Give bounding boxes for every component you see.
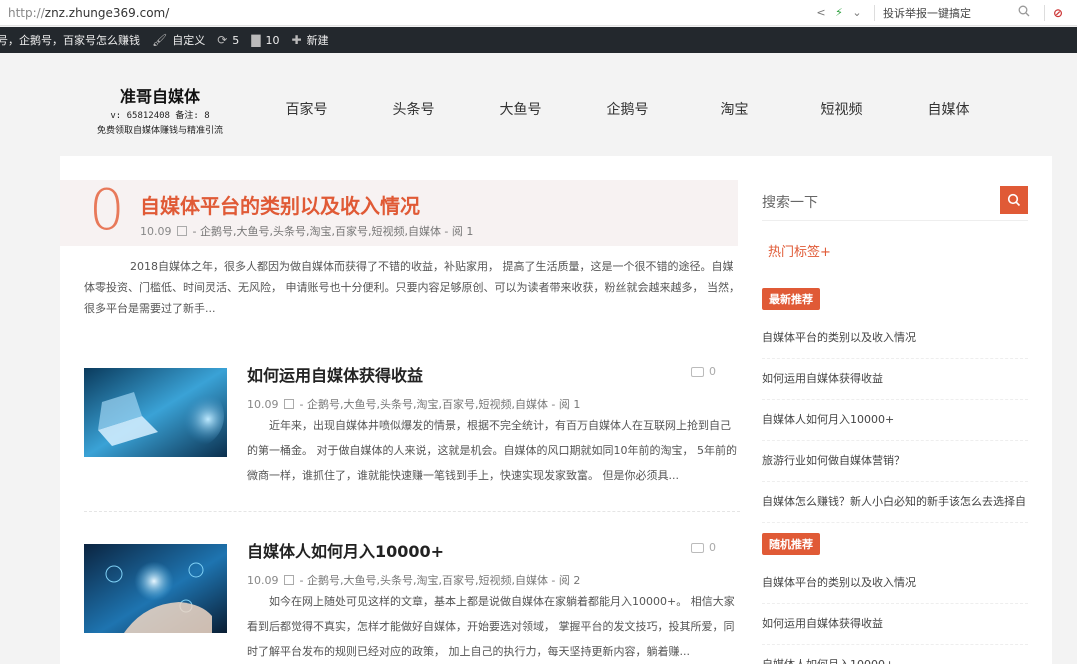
- plus-icon: ✚: [291, 33, 302, 47]
- post-date: 10.09: [247, 398, 279, 411]
- new-label: 新建: [306, 34, 329, 47]
- updates-count: 5: [232, 33, 240, 47]
- content-wrapper: 0 自媒体平台的类别以及收入情况 10.09 - 企鹅号,大鱼号,头条号,淘宝,…: [60, 156, 1052, 664]
- refresh-icon: ⟳: [217, 33, 228, 47]
- post-date: 10.09: [140, 225, 172, 238]
- post-excerpt: 如今在网上随处可见这样的文章，基本上都是说做自媒体在家躺着都能月入10000+。…: [247, 595, 735, 658]
- admin-bar: 号，企鹅号，百家号怎么赚钱 🖌 自定义 ⟳ 5 ▇ 10 ✚ 新建: [0, 27, 1077, 53]
- featured-meta: 10.09 - 企鹅号,大鱼号,头条号,淘宝,百家号,短视频,自媒体 - 阅 1: [140, 223, 473, 239]
- post-thumbnail[interactable]: [84, 544, 227, 633]
- featured-post: 0 自媒体平台的类别以及收入情况 10.09 - 企鹅号,大鱼号,头条号,淘宝,…: [60, 178, 738, 246]
- brush-icon: 🖌: [152, 33, 168, 47]
- nav-item-qiehao[interactable]: 企鹅号: [574, 99, 681, 119]
- post-divider: [84, 511, 740, 512]
- post-date: 10.09: [247, 574, 279, 587]
- comment-icon: [691, 542, 704, 553]
- customize-label: 自定义: [172, 34, 206, 47]
- admin-bar-comments[interactable]: ▇ 10: [251, 33, 279, 47]
- share-icon[interactable]: <: [812, 6, 830, 19]
- post-title[interactable]: 自媒体人如何月入10000+: [247, 538, 444, 562]
- list-item[interactable]: 如何运用自媒体获得收益: [762, 604, 1028, 645]
- comment-count[interactable]: 0: [691, 541, 716, 554]
- comment-count[interactable]: 0: [691, 365, 716, 378]
- post-excerpt: 近年来，出现自媒体井喷似爆发的情景，根据不完全统计，有百万自媒体人在互联网上抢到…: [247, 419, 737, 482]
- nav-item-baijiahao[interactable]: 百家号: [253, 99, 360, 119]
- nav-item-short-video[interactable]: 短视频: [788, 99, 895, 119]
- admin-bar-site-link[interactable]: 号，企鹅号，百家号怎么赚钱: [0, 32, 140, 48]
- comment-number: 0: [709, 541, 716, 554]
- random-badge: 随机推荐: [762, 533, 820, 555]
- address-url[interactable]: http://znz.zhunge369.com/: [0, 6, 169, 20]
- sidebar-search: [762, 186, 1028, 221]
- nav-item-taobao[interactable]: 淘宝: [681, 99, 788, 119]
- chevron-down-icon[interactable]: ⌄: [848, 6, 866, 19]
- broken-image-icon: [284, 399, 294, 409]
- search-button[interactable]: [1000, 186, 1028, 214]
- random-list: 自媒体平台的类别以及收入情况 如何运用自媒体获得收益 自媒体人如何月入10000…: [762, 563, 1028, 664]
- list-item[interactable]: 自媒体平台的类别以及收入情况: [762, 563, 1028, 604]
- post-meta: 10.09 - 企鹅号,大鱼号,头条号,淘宝,百家号,短视频,自媒体 - 阅 2: [247, 572, 580, 588]
- post-meta: 10.09 - 企鹅号,大鱼号,头条号,淘宝,百家号,短视频,自媒体 - 阅 1: [247, 396, 580, 412]
- nav-item-toutiaohao[interactable]: 头条号: [360, 99, 467, 119]
- list-item[interactable]: 自媒体人如何月入10000+: [762, 645, 1028, 664]
- logo-line-1: v: 65812408 备注: 8: [110, 111, 210, 121]
- search-icon: [1007, 193, 1021, 207]
- browser-address-bar: http://znz.zhunge369.com/ < ⚡ ⌄ 投诉举报一键搞定…: [0, 0, 1077, 26]
- nav-item-dayuhao[interactable]: 大鱼号: [467, 99, 574, 119]
- search-input[interactable]: [762, 190, 992, 216]
- lightning-icon[interactable]: ⚡: [830, 6, 848, 19]
- comments-count: 10: [265, 33, 280, 47]
- post-tags[interactable]: - 企鹅号,大鱼号,头条号,淘宝,百家号,短视频,自媒体 - 阅 1: [296, 398, 580, 411]
- toolbar-divider: [1044, 4, 1045, 21]
- admin-bar-new[interactable]: ✚ 新建: [292, 32, 329, 48]
- list-item[interactable]: 自媒体人如何月入10000+: [762, 400, 1028, 441]
- featured-title[interactable]: 自媒体平台的类别以及收入情况: [140, 190, 420, 219]
- admin-bar-customize[interactable]: 🖌 自定义: [152, 32, 205, 48]
- latest-list: 自媒体平台的类别以及收入情况 如何运用自媒体获得收益 自媒体人如何月入10000…: [762, 318, 1028, 523]
- logo-title: 准哥自媒体: [119, 87, 200, 106]
- post-tags[interactable]: - 企鹅号,大鱼号,头条号,淘宝,百家号,短视频,自媒体 - 阅 1: [189, 225, 473, 238]
- browser-toolbar-right: < ⚡ ⌄ 投诉举报一键搞定 ⊘: [812, 0, 1077, 26]
- featured-number: 0: [89, 178, 125, 243]
- site-logo[interactable]: 准哥自媒体 v: 65812408 备注: 8 免费领取自媒体赚钱与精准引流: [82, 83, 238, 137]
- broken-image-icon: [177, 226, 187, 236]
- main-nav: 百家号 头条号 大鱼号 企鹅号 淘宝 短视频 自媒体: [253, 99, 1002, 119]
- comment-icon: [691, 366, 704, 377]
- site-header: 准哥自媒体 v: 65812408 备注: 8 免费领取自媒体赚钱与精准引流 百…: [0, 53, 1077, 156]
- logo-line-2: 免费领取自媒体赚钱与精准引流: [96, 126, 223, 136]
- post-thumbnail[interactable]: [84, 368, 227, 457]
- block-icon[interactable]: ⊘: [1053, 6, 1071, 20]
- comment-number: 0: [709, 365, 716, 378]
- featured-excerpt: 2018自媒体之年，很多人都因为做自媒体而获得了不错的收益，补贴家用， 提高了生…: [84, 260, 740, 315]
- latest-badge: 最新推荐: [762, 288, 820, 310]
- toolbar-divider: [874, 4, 875, 21]
- post-title[interactable]: 如何运用自媒体获得收益: [247, 362, 423, 386]
- list-item[interactable]: 自媒体平台的类别以及收入情况: [762, 318, 1028, 359]
- list-item[interactable]: 自媒体怎么赚钱？新人小白必知的新手该怎么去选择自: [762, 482, 1028, 523]
- list-item[interactable]: 如何运用自媒体获得收益: [762, 359, 1028, 400]
- hot-tags-link[interactable]: 热门标签+: [768, 241, 831, 260]
- list-item[interactable]: 旅游行业如何做自媒体营销？: [762, 441, 1028, 482]
- comment-icon: ▇: [251, 33, 261, 47]
- nav-item-zimeiti[interactable]: 自媒体: [895, 99, 1002, 119]
- search-icon[interactable]: [1018, 5, 1036, 20]
- report-link[interactable]: 投诉举报一键搞定: [883, 5, 1018, 21]
- post-tags[interactable]: - 企鹅号,大鱼号,头条号,淘宝,百家号,短视频,自媒体 - 阅 2: [296, 574, 580, 587]
- broken-image-icon: [284, 575, 294, 585]
- admin-bar-updates[interactable]: ⟳ 5: [217, 33, 239, 47]
